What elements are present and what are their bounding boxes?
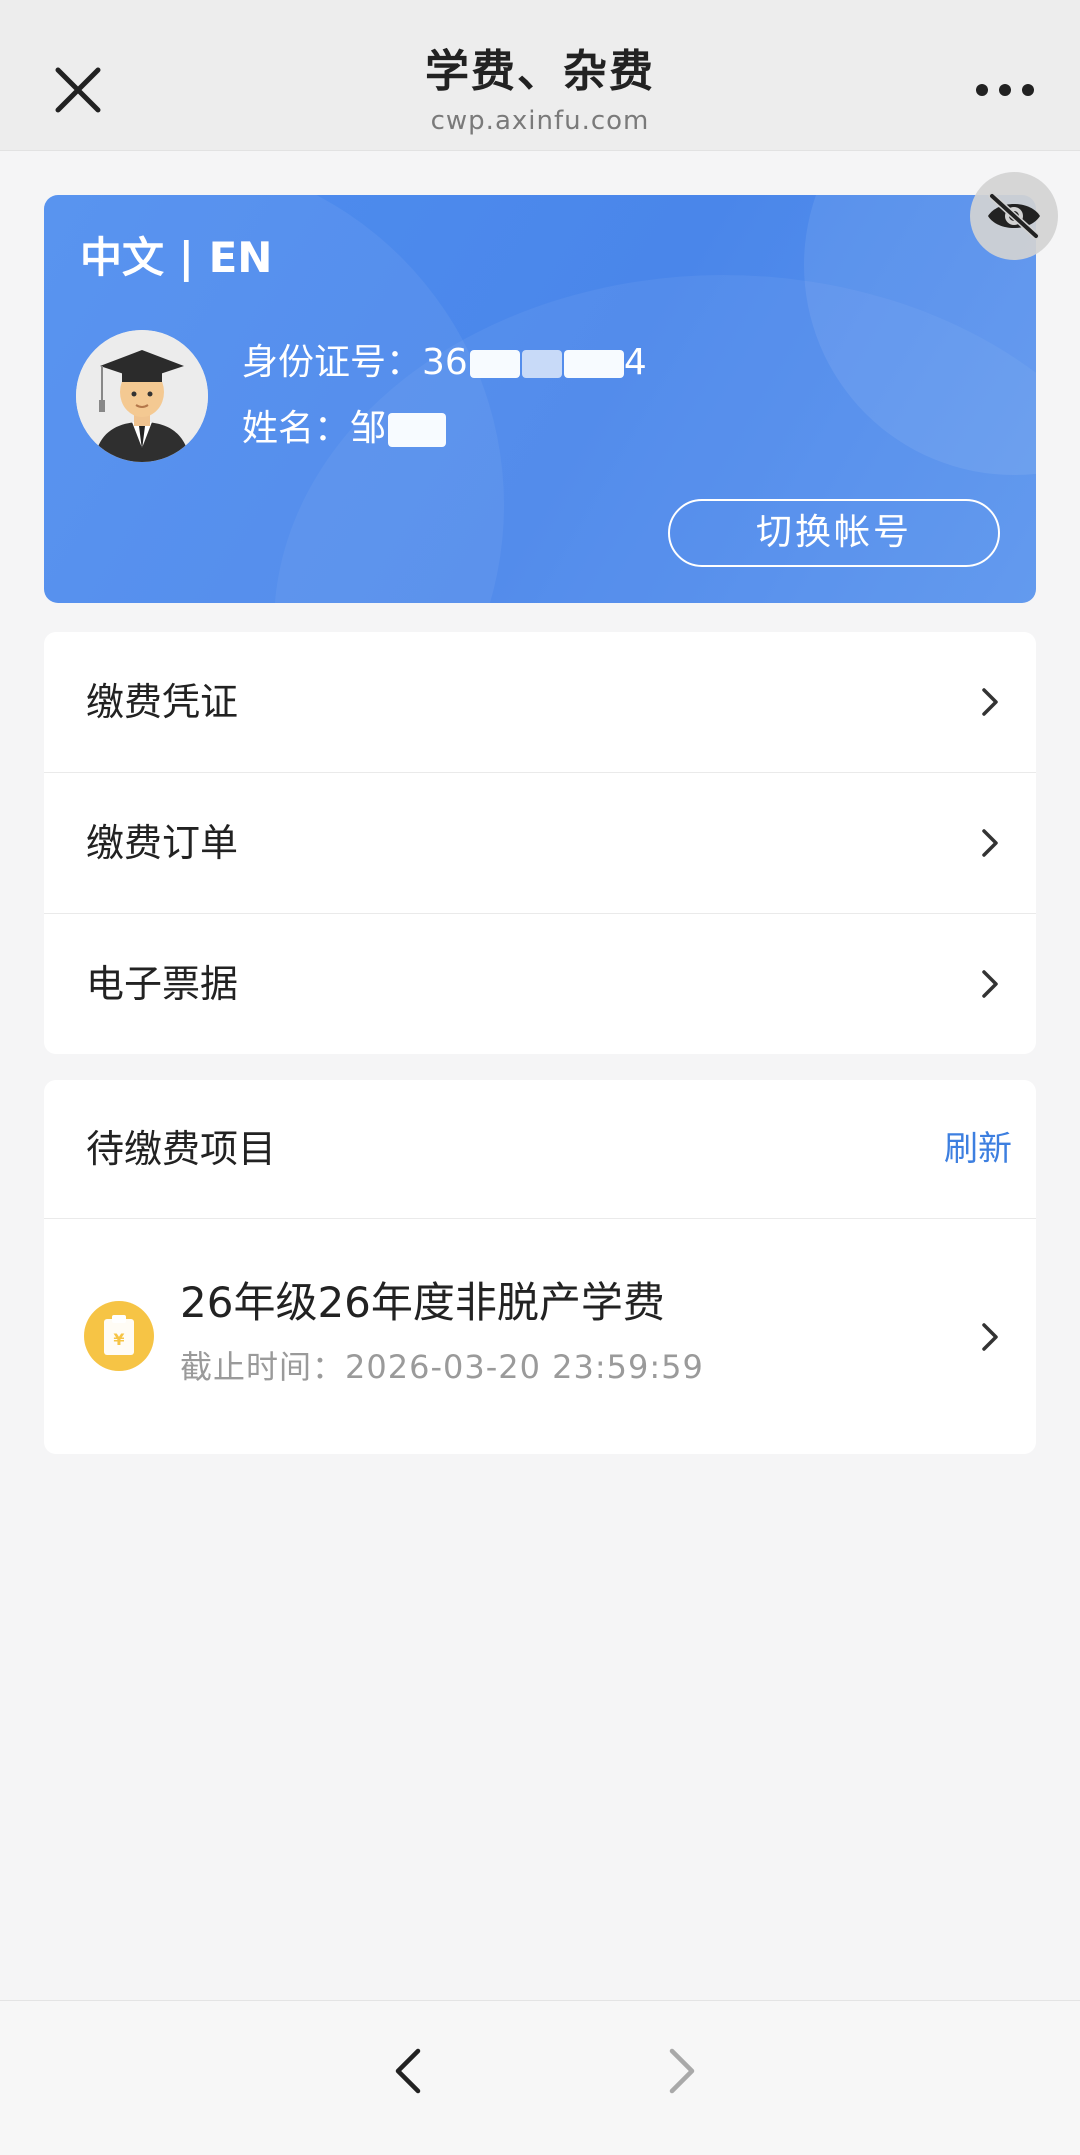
name-label: 姓名： xyxy=(242,408,351,449)
menu-item-label: 缴费订单 xyxy=(86,821,239,865)
id-number-label: 身份证号： xyxy=(242,342,423,383)
bottom-toolbar xyxy=(0,2000,1080,2155)
pending-payments-section: 待缴费项目 刷新 ¥ 26年级26年度非脱产学费 截止时间：2026-03-20… xyxy=(44,1080,1036,1454)
menu-list: 缴费凭证 缴费订单 电子票据 xyxy=(44,632,1036,1054)
pending-header: 待缴费项目 刷新 xyxy=(44,1080,1036,1219)
bill-name: 26年级26年度非脱产学费 xyxy=(180,1278,665,1327)
page-domain: cwp.axinfu.com xyxy=(430,106,650,136)
nav-title-block: 学费、杂费 cwp.axinfu.com xyxy=(0,42,1080,136)
redaction-mask xyxy=(563,350,624,378)
pending-title: 待缴费项目 xyxy=(86,1127,277,1171)
id-number-tail: 4 xyxy=(623,342,647,383)
account-info: 身份证号：36 4 姓名：邹 xyxy=(242,330,647,462)
back-arrow-icon[interactable] xyxy=(380,2041,440,2101)
svg-text:¥: ¥ xyxy=(113,1330,124,1349)
nav-bar: 学费、杂费 cwp.axinfu.com xyxy=(0,0,1080,151)
switch-account-button[interactable]: 切换帐号 xyxy=(668,499,1000,567)
redaction-mask xyxy=(469,350,520,378)
eye-off-icon[interactable] xyxy=(970,172,1058,260)
pending-bill-item[interactable]: ¥ 26年级26年度非脱产学费 截止时间：2026-03-20 23:59:59 xyxy=(44,1219,1036,1454)
account-card: 中文 | EN 身份证号：36 4 姓名：邹 切换帐号 xyxy=(44,195,1036,603)
redaction-mask xyxy=(521,350,562,378)
name-row: 姓名：邹 xyxy=(242,396,647,462)
menu-item-label: 电子票据 xyxy=(86,962,239,1006)
menu-item-payment-orders[interactable]: 缴费订单 xyxy=(44,773,1036,914)
chevron-right-icon xyxy=(982,970,998,998)
menu-item-payment-voucher[interactable]: 缴费凭证 xyxy=(44,632,1036,773)
bill-deadline: 截止时间：2026-03-20 23:59:59 xyxy=(180,1348,704,1386)
chevron-right-icon xyxy=(982,829,998,857)
menu-item-label: 缴费凭证 xyxy=(86,680,239,724)
id-number-row: 身份证号：36 4 xyxy=(242,330,647,396)
redaction-mask xyxy=(388,413,447,447)
id-number-value: 36 xyxy=(422,342,468,383)
payment-bill-icon: ¥ xyxy=(84,1301,154,1371)
chevron-right-icon xyxy=(982,1323,998,1351)
name-value: 邹 xyxy=(350,408,387,449)
graduate-avatar-icon xyxy=(76,330,208,462)
refresh-button[interactable]: 刷新 xyxy=(944,1080,1012,1218)
page-title: 学费、杂费 xyxy=(425,46,655,97)
forward-arrow-icon[interactable] xyxy=(650,2041,710,2101)
language-toggle[interactable]: 中文 | EN xyxy=(80,233,272,283)
menu-item-e-invoice[interactable]: 电子票据 xyxy=(44,914,1036,1054)
chevron-right-icon xyxy=(982,688,998,716)
more-icon[interactable] xyxy=(970,70,1040,110)
